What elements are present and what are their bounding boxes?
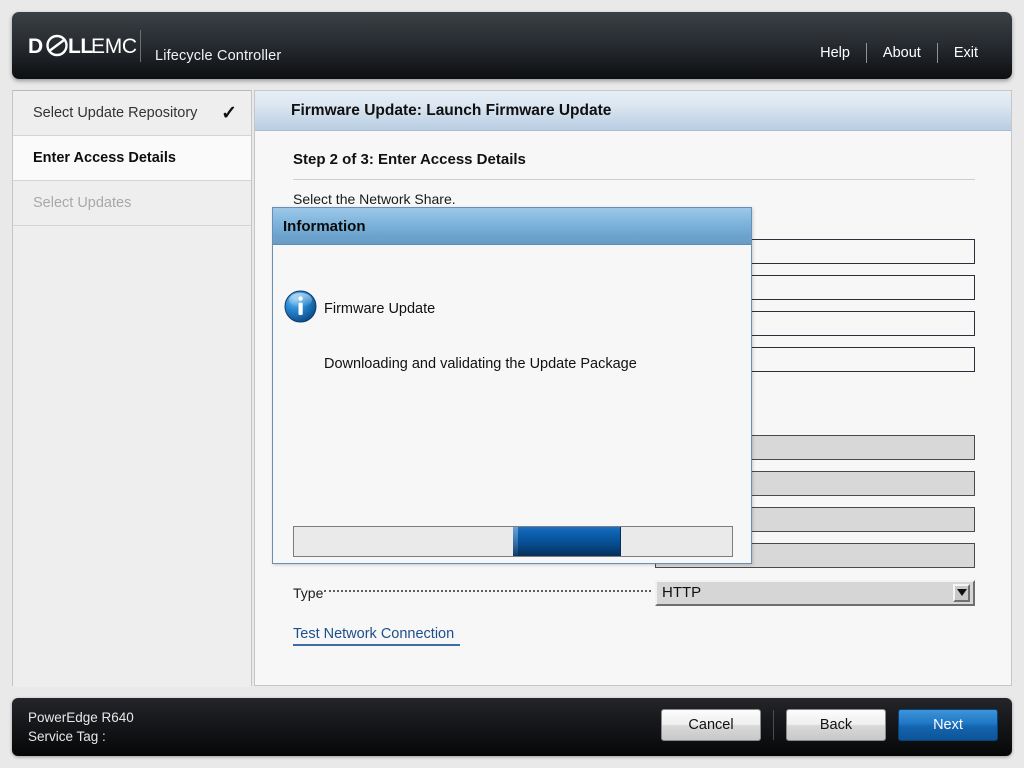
type-select[interactable]: HTTP <box>655 579 975 606</box>
sidebar-empty-area <box>13 226 251 687</box>
svg-text:LL: LL <box>68 35 93 58</box>
info-icon <box>284 290 317 323</box>
app-title: Lifecycle Controller <box>155 48 282 64</box>
svg-text:D: D <box>28 35 43 58</box>
type-select-value: HTTP <box>662 584 702 601</box>
dialog-heading: Firmware Update <box>324 301 436 317</box>
type-row: Type HTTP <box>293 579 975 606</box>
next-button[interactable]: Next <box>898 709 998 741</box>
sidebar-item-label: Enter Access Details <box>33 150 176 166</box>
header-divider <box>140 30 141 62</box>
service-tag: Service Tag : <box>28 728 106 744</box>
sidebar-item-label: Select Update Repository <box>33 105 198 121</box>
progress-bar <box>293 526 733 557</box>
system-model: PowerEdge R640 <box>28 710 134 725</box>
dialog-titlebar: Information <box>273 208 751 245</box>
test-network-connection-link[interactable]: Test Network Connection <box>293 626 461 646</box>
footer-button-group: Cancel Back Next <box>661 709 998 741</box>
progress-bar-chunk <box>513 527 621 556</box>
exit-link[interactable]: Exit <box>938 45 994 61</box>
sidebar-item-enter-access-details[interactable]: Enter Access Details <box>13 136 251 181</box>
back-button[interactable]: Back <box>786 709 886 741</box>
section-divider <box>293 179 975 180</box>
main-header-bar: Firmware Update: Launch Firmware Update <box>255 91 1011 131</box>
type-label: Type <box>293 584 324 601</box>
step-title: Step 2 of 3: Enter Access Details <box>293 151 526 168</box>
chevron-down-icon[interactable] <box>953 583 970 602</box>
dialog-body: Firmware Update Downloading and validati… <box>273 245 751 563</box>
header-link-group: Help About Exit <box>804 42 994 64</box>
system-info: PowerEdge R640 Service Tag : <box>28 709 134 746</box>
instruction-text: Select the Network Share. <box>293 191 456 207</box>
checkmark-icon: ✓ <box>221 102 237 124</box>
dell-emc-logo: D LL EMC <box>28 32 140 60</box>
about-link[interactable]: About <box>867 45 937 61</box>
lifecycle-controller-screen: D LL EMC Lifecycle Controller Help About… <box>0 0 1024 768</box>
dialog-message: Downloading and validating the Update Pa… <box>324 356 637 372</box>
button-separator <box>773 710 774 740</box>
wizard-sidebar: Select Update Repository ✓ Enter Access … <box>12 90 252 687</box>
app-footer: PowerEdge R640 Service Tag : Cancel Back… <box>12 698 1012 756</box>
sidebar-item-label: Select Updates <box>33 195 132 211</box>
sidebar-item-select-updates: Select Updates <box>13 181 251 226</box>
cancel-button[interactable]: Cancel <box>661 709 761 741</box>
help-link[interactable]: Help <box>804 45 866 61</box>
svg-text:EMC: EMC <box>91 35 137 58</box>
information-dialog: Information Firmware Update Downloading … <box>272 207 752 564</box>
dialog-title: Information <box>283 217 366 235</box>
page-title: Firmware Update: Launch Firmware Update <box>291 101 612 119</box>
sidebar-item-select-update-repository[interactable]: Select Update Repository ✓ <box>13 91 251 136</box>
leader-dots <box>324 589 651 592</box>
app-header: D LL EMC Lifecycle Controller Help About… <box>12 12 1012 79</box>
